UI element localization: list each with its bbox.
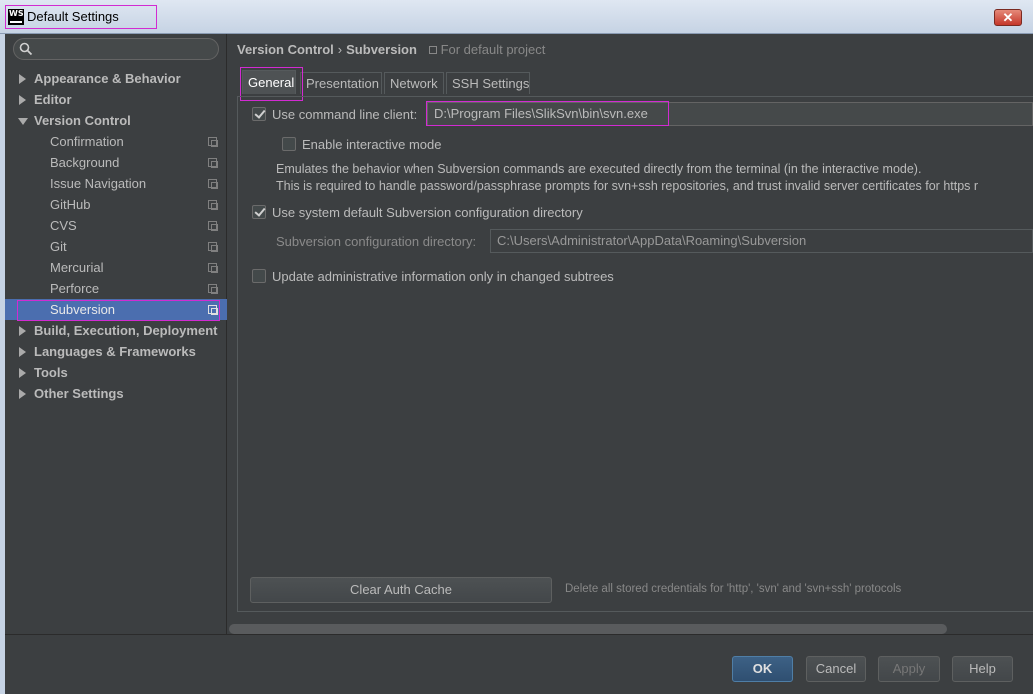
help-button[interactable]: Help [952, 656, 1013, 682]
clear-auth-cache-button[interactable]: Clear Auth Cache [250, 577, 552, 603]
apply-button[interactable]: Apply [878, 656, 940, 682]
settings-tree: Appearance & Behavior Editor Version Con… [5, 68, 227, 404]
expand-arrow-icon[interactable] [19, 95, 26, 105]
update-admin-info-label: Update administrative information only i… [272, 269, 614, 284]
svn-executable-path-input[interactable]: D:\Program Files\SlikSvn\bin\svn.exe [427, 102, 1033, 126]
tree-item-background[interactable]: Background [5, 152, 227, 173]
config-directory-input[interactable]: C:\Users\Administrator\AppData\Roaming\S… [490, 229, 1033, 253]
project-scope-icon [428, 46, 437, 54]
project-copy-icon [208, 137, 218, 147]
clear-auth-cache-hint: Delete all stored credentials for 'http'… [565, 583, 902, 595]
project-copy-icon [208, 305, 218, 315]
tree-item-perforce[interactable]: Perforce [5, 278, 227, 299]
tree-item-editor[interactable]: Editor [5, 89, 227, 110]
tree-item-github[interactable]: GitHub [5, 194, 227, 215]
tree-item-git[interactable]: Git [5, 236, 227, 257]
expand-arrow-icon[interactable] [19, 326, 26, 336]
expand-arrow-icon[interactable] [19, 347, 26, 357]
breadcrumb: Version Control › Subversion For default p… [237, 42, 545, 57]
breadcrumb-separator: › [337, 42, 343, 57]
cancel-button[interactable]: Cancel [806, 656, 866, 682]
tree-item-cvs[interactable]: CVS [5, 215, 227, 236]
tree-item-build-execution-deployment[interactable]: Build, Execution, Deployment [5, 320, 227, 341]
expand-arrow-icon[interactable] [19, 74, 26, 84]
config-directory-label: Subversion configuration directory: [276, 234, 477, 249]
tree-item-tools[interactable]: Tools [5, 362, 227, 383]
default-project-scope: For default project [428, 42, 545, 57]
enable-interactive-mode-checkbox[interactable] [282, 137, 296, 151]
use-system-default-config-checkbox[interactable] [252, 205, 266, 219]
collapse-arrow-icon[interactable] [18, 118, 28, 125]
tab-presentation[interactable]: Presentation [300, 72, 382, 94]
tab-general[interactable]: General [242, 70, 296, 94]
close-window-button[interactable]: ✕ [994, 9, 1022, 26]
tree-item-other-settings[interactable]: Other Settings [5, 383, 227, 404]
search-icon [19, 42, 33, 56]
breadcrumb-current: Subversion [346, 42, 417, 57]
interactive-mode-description-line-2: This is required to handle password/pass… [276, 179, 979, 193]
expand-arrow-icon[interactable] [19, 389, 26, 399]
tab-network[interactable]: Network [384, 72, 444, 94]
tree-item-confirmation[interactable]: Confirmation [5, 131, 227, 152]
enable-interactive-mode-label: Enable interactive mode [302, 137, 442, 152]
project-copy-icon [208, 284, 218, 294]
update-admin-info-checkbox[interactable] [252, 269, 266, 283]
tree-item-version-control[interactable]: Version Control [5, 110, 227, 131]
breadcrumb-parent[interactable]: Version Control [237, 42, 334, 57]
project-copy-icon [208, 158, 218, 168]
webstorm-app-icon: WS [8, 9, 24, 25]
tree-item-subversion[interactable]: Subversion [5, 299, 227, 320]
project-copy-icon [208, 242, 218, 252]
use-system-default-config-label: Use system default Subversion configurat… [272, 205, 583, 220]
window-title: Default Settings [27, 9, 119, 24]
interactive-mode-description-line-1: Emulates the behavior when Subversion co… [276, 162, 922, 176]
tree-item-issue-navigation[interactable]: Issue Navigation [5, 173, 227, 194]
project-copy-icon [208, 263, 218, 273]
settings-sidebar: Appearance & Behavior Editor Version Con… [5, 34, 227, 634]
horizontal-scrollbar[interactable] [229, 624, 947, 634]
use-command-line-client-label: Use command line client: [272, 107, 418, 122]
tree-item-languages-frameworks[interactable]: Languages & Frameworks [5, 341, 227, 362]
use-command-line-client-checkbox[interactable] [252, 107, 266, 121]
ok-button[interactable]: OK [732, 656, 793, 682]
tree-item-mercurial[interactable]: Mercurial [5, 257, 227, 278]
project-copy-icon [208, 179, 218, 189]
tree-item-appearance-behavior[interactable]: Appearance & Behavior [5, 68, 227, 89]
project-copy-icon [208, 200, 218, 210]
project-copy-icon [208, 221, 218, 231]
settings-search-input[interactable] [13, 38, 219, 60]
tab-ssh-settings[interactable]: SSH Settings [446, 72, 530, 94]
window-title-bar: WS Default Settings ✕ [0, 0, 1033, 34]
expand-arrow-icon[interactable] [19, 368, 26, 378]
